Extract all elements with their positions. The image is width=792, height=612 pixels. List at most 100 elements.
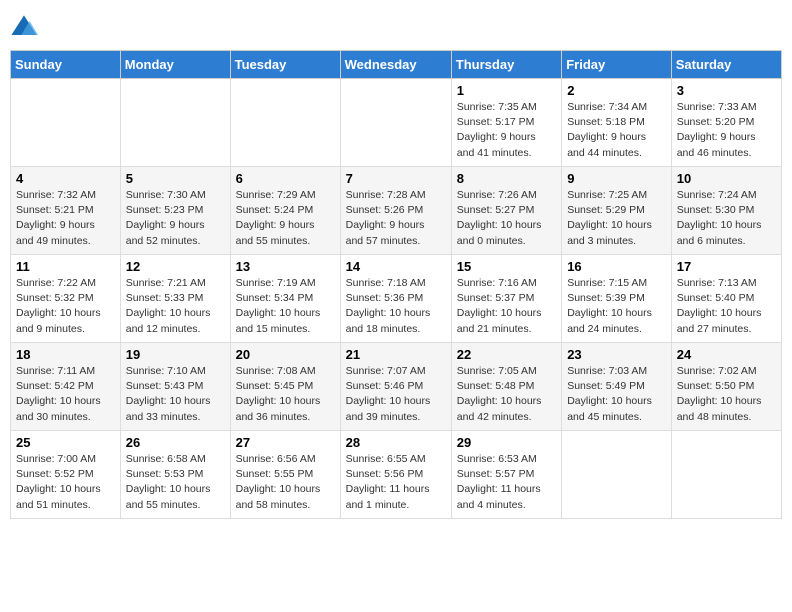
day-info: Sunrise: 7:05 AMSunset: 5:48 PMDaylight:… xyxy=(457,364,556,425)
calendar-cell: 1 Sunrise: 7:35 AMSunset: 5:17 PMDaylight… xyxy=(451,79,561,167)
calendar-cell: 2 Sunrise: 7:34 AMSunset: 5:18 PMDaylight… xyxy=(562,79,672,167)
calendar-cell: 9 Sunrise: 7:25 AMSunset: 5:29 PMDaylight… xyxy=(562,167,672,255)
calendar-cell: 14 Sunrise: 7:18 AMSunset: 5:36 PMDayligh… xyxy=(340,255,451,343)
calendar-week-row: 4 Sunrise: 7:32 AMSunset: 5:21 PMDaylight… xyxy=(11,167,782,255)
calendar-cell: 26 Sunrise: 6:58 AMSunset: 5:53 PMDayligh… xyxy=(120,431,230,519)
calendar-cell: 10 Sunrise: 7:24 AMSunset: 5:30 PMDayligh… xyxy=(671,167,781,255)
day-number: 25 xyxy=(16,435,115,450)
day-number: 21 xyxy=(346,347,446,362)
day-number: 26 xyxy=(126,435,225,450)
day-number: 29 xyxy=(457,435,556,450)
calendar-cell: 19 Sunrise: 7:10 AMSunset: 5:43 PMDayligh… xyxy=(120,343,230,431)
day-info: Sunrise: 7:34 AMSunset: 5:18 PMDaylight:… xyxy=(567,100,666,161)
calendar-cell xyxy=(671,431,781,519)
calendar-cell: 6 Sunrise: 7:29 AMSunset: 5:24 PMDaylight… xyxy=(230,167,340,255)
day-number: 24 xyxy=(677,347,776,362)
day-info: Sunrise: 7:02 AMSunset: 5:50 PMDaylight:… xyxy=(677,364,776,425)
day-info: Sunrise: 7:19 AMSunset: 5:34 PMDaylight:… xyxy=(236,276,335,337)
calendar-table: SundayMondayTuesdayWednesdayThursdayFrid… xyxy=(10,50,782,519)
calendar-cell: 16 Sunrise: 7:15 AMSunset: 5:39 PMDayligh… xyxy=(562,255,672,343)
day-number: 23 xyxy=(567,347,666,362)
day-header-sunday: Sunday xyxy=(11,51,121,79)
day-info: Sunrise: 6:55 AMSunset: 5:56 PMDaylight:… xyxy=(346,452,446,513)
day-info: Sunrise: 6:58 AMSunset: 5:53 PMDaylight:… xyxy=(126,452,225,513)
day-info: Sunrise: 7:08 AMSunset: 5:45 PMDaylight:… xyxy=(236,364,335,425)
calendar-cell: 28 Sunrise: 6:55 AMSunset: 5:56 PMDayligh… xyxy=(340,431,451,519)
day-number: 17 xyxy=(677,259,776,274)
calendar-week-row: 25 Sunrise: 7:00 AMSunset: 5:52 PMDayligh… xyxy=(11,431,782,519)
day-number: 7 xyxy=(346,171,446,186)
day-info: Sunrise: 7:18 AMSunset: 5:36 PMDaylight:… xyxy=(346,276,446,337)
calendar-cell: 12Sunrise: 7:21 AMSunset: 5:33 PMDayligh… xyxy=(120,255,230,343)
day-info: Sunrise: 7:00 AMSunset: 5:52 PMDaylight:… xyxy=(16,452,115,513)
day-number: 22 xyxy=(457,347,556,362)
day-number: 6 xyxy=(236,171,335,186)
logo xyxy=(10,14,40,42)
calendar-cell xyxy=(230,79,340,167)
calendar-cell xyxy=(340,79,451,167)
day-info: Sunrise: 7:28 AMSunset: 5:26 PMDaylight:… xyxy=(346,188,446,249)
day-number: 9 xyxy=(567,171,666,186)
calendar-cell: 21 Sunrise: 7:07 AMSunset: 5:46 PMDayligh… xyxy=(340,343,451,431)
day-number: 19 xyxy=(126,347,225,362)
calendar-cell: 18Sunrise: 7:11 AMSunset: 5:42 PMDayligh… xyxy=(11,343,121,431)
calendar-week-row: 11 Sunrise: 7:22 AMSunset: 5:32 PMDayligh… xyxy=(11,255,782,343)
calendar-week-row: 1 Sunrise: 7:35 AMSunset: 5:17 PMDaylight… xyxy=(11,79,782,167)
calendar-cell: 5 Sunrise: 7:30 AMSunset: 5:23 PMDaylight… xyxy=(120,167,230,255)
day-info: Sunrise: 7:16 AMSunset: 5:37 PMDaylight:… xyxy=(457,276,556,337)
day-number: 4 xyxy=(16,171,115,186)
day-number: 8 xyxy=(457,171,556,186)
day-info: Sunrise: 7:35 AMSunset: 5:17 PMDaylight:… xyxy=(457,100,556,161)
calendar-cell: 7 Sunrise: 7:28 AMSunset: 5:26 PMDaylight… xyxy=(340,167,451,255)
calendar-cell: 17 Sunrise: 7:13 AMSunset: 5:40 PMDayligh… xyxy=(671,255,781,343)
calendar-header-row: SundayMondayTuesdayWednesdayThursdayFrid… xyxy=(11,51,782,79)
day-header-saturday: Saturday xyxy=(671,51,781,79)
day-info: Sunrise: 7:03 AMSunset: 5:49 PMDaylight:… xyxy=(567,364,666,425)
day-info: Sunrise: 7:33 AMSunset: 5:20 PMDaylight:… xyxy=(677,100,776,161)
day-info: Sunrise: 7:24 AMSunset: 5:30 PMDaylight:… xyxy=(677,188,776,249)
day-info: Sunrise: 7:22 AMSunset: 5:32 PMDaylight:… xyxy=(16,276,115,337)
day-number: 10 xyxy=(677,171,776,186)
day-info: Sunrise: 7:15 AMSunset: 5:39 PMDaylight:… xyxy=(567,276,666,337)
calendar-cell: 22 Sunrise: 7:05 AMSunset: 5:48 PMDayligh… xyxy=(451,343,561,431)
day-number: 20 xyxy=(236,347,335,362)
day-number: 5 xyxy=(126,171,225,186)
day-header-friday: Friday xyxy=(562,51,672,79)
day-number: 15 xyxy=(457,259,556,274)
day-info: Sunrise: 7:26 AMSunset: 5:27 PMDaylight:… xyxy=(457,188,556,249)
calendar-cell xyxy=(120,79,230,167)
day-info: Sunrise: 7:13 AMSunset: 5:40 PMDaylight:… xyxy=(677,276,776,337)
calendar-cell: 25 Sunrise: 7:00 AMSunset: 5:52 PMDayligh… xyxy=(11,431,121,519)
day-number: 14 xyxy=(346,259,446,274)
calendar-cell: 3Sunrise: 7:33 AMSunset: 5:20 PMDaylight… xyxy=(671,79,781,167)
day-number: 28 xyxy=(346,435,446,450)
calendar-cell: 29 Sunrise: 6:53 AMSunset: 5:57 PMDayligh… xyxy=(451,431,561,519)
day-header-thursday: Thursday xyxy=(451,51,561,79)
day-number: 2 xyxy=(567,83,666,98)
logo-icon xyxy=(10,14,38,42)
calendar-cell: 13 Sunrise: 7:19 AMSunset: 5:34 PMDayligh… xyxy=(230,255,340,343)
day-number: 18 xyxy=(16,347,115,362)
calendar-week-row: 18Sunrise: 7:11 AMSunset: 5:42 PMDayligh… xyxy=(11,343,782,431)
day-info: Sunrise: 6:53 AMSunset: 5:57 PMDaylight:… xyxy=(457,452,556,513)
day-number: 16 xyxy=(567,259,666,274)
day-header-monday: Monday xyxy=(120,51,230,79)
day-info: Sunrise: 6:56 AMSunset: 5:55 PMDaylight:… xyxy=(236,452,335,513)
calendar-cell: 20 Sunrise: 7:08 AMSunset: 5:45 PMDayligh… xyxy=(230,343,340,431)
calendar-cell: 8 Sunrise: 7:26 AMSunset: 5:27 PMDaylight… xyxy=(451,167,561,255)
day-info: Sunrise: 7:07 AMSunset: 5:46 PMDaylight:… xyxy=(346,364,446,425)
day-info: Sunrise: 7:10 AMSunset: 5:43 PMDaylight:… xyxy=(126,364,225,425)
day-number: 13 xyxy=(236,259,335,274)
calendar-cell xyxy=(11,79,121,167)
calendar-cell: 11 Sunrise: 7:22 AMSunset: 5:32 PMDayligh… xyxy=(11,255,121,343)
day-info: Sunrise: 7:29 AMSunset: 5:24 PMDaylight:… xyxy=(236,188,335,249)
day-info: Sunrise: 7:30 AMSunset: 5:23 PMDaylight:… xyxy=(126,188,225,249)
day-number: 1 xyxy=(457,83,556,98)
day-info: Sunrise: 7:32 AMSunset: 5:21 PMDaylight:… xyxy=(16,188,115,249)
day-number: 11 xyxy=(16,259,115,274)
day-header-wednesday: Wednesday xyxy=(340,51,451,79)
page-header xyxy=(10,10,782,42)
day-info: Sunrise: 7:25 AMSunset: 5:29 PMDaylight:… xyxy=(567,188,666,249)
calendar-cell: 4 Sunrise: 7:32 AMSunset: 5:21 PMDaylight… xyxy=(11,167,121,255)
calendar-cell: 27Sunrise: 6:56 AMSunset: 5:55 PMDayligh… xyxy=(230,431,340,519)
